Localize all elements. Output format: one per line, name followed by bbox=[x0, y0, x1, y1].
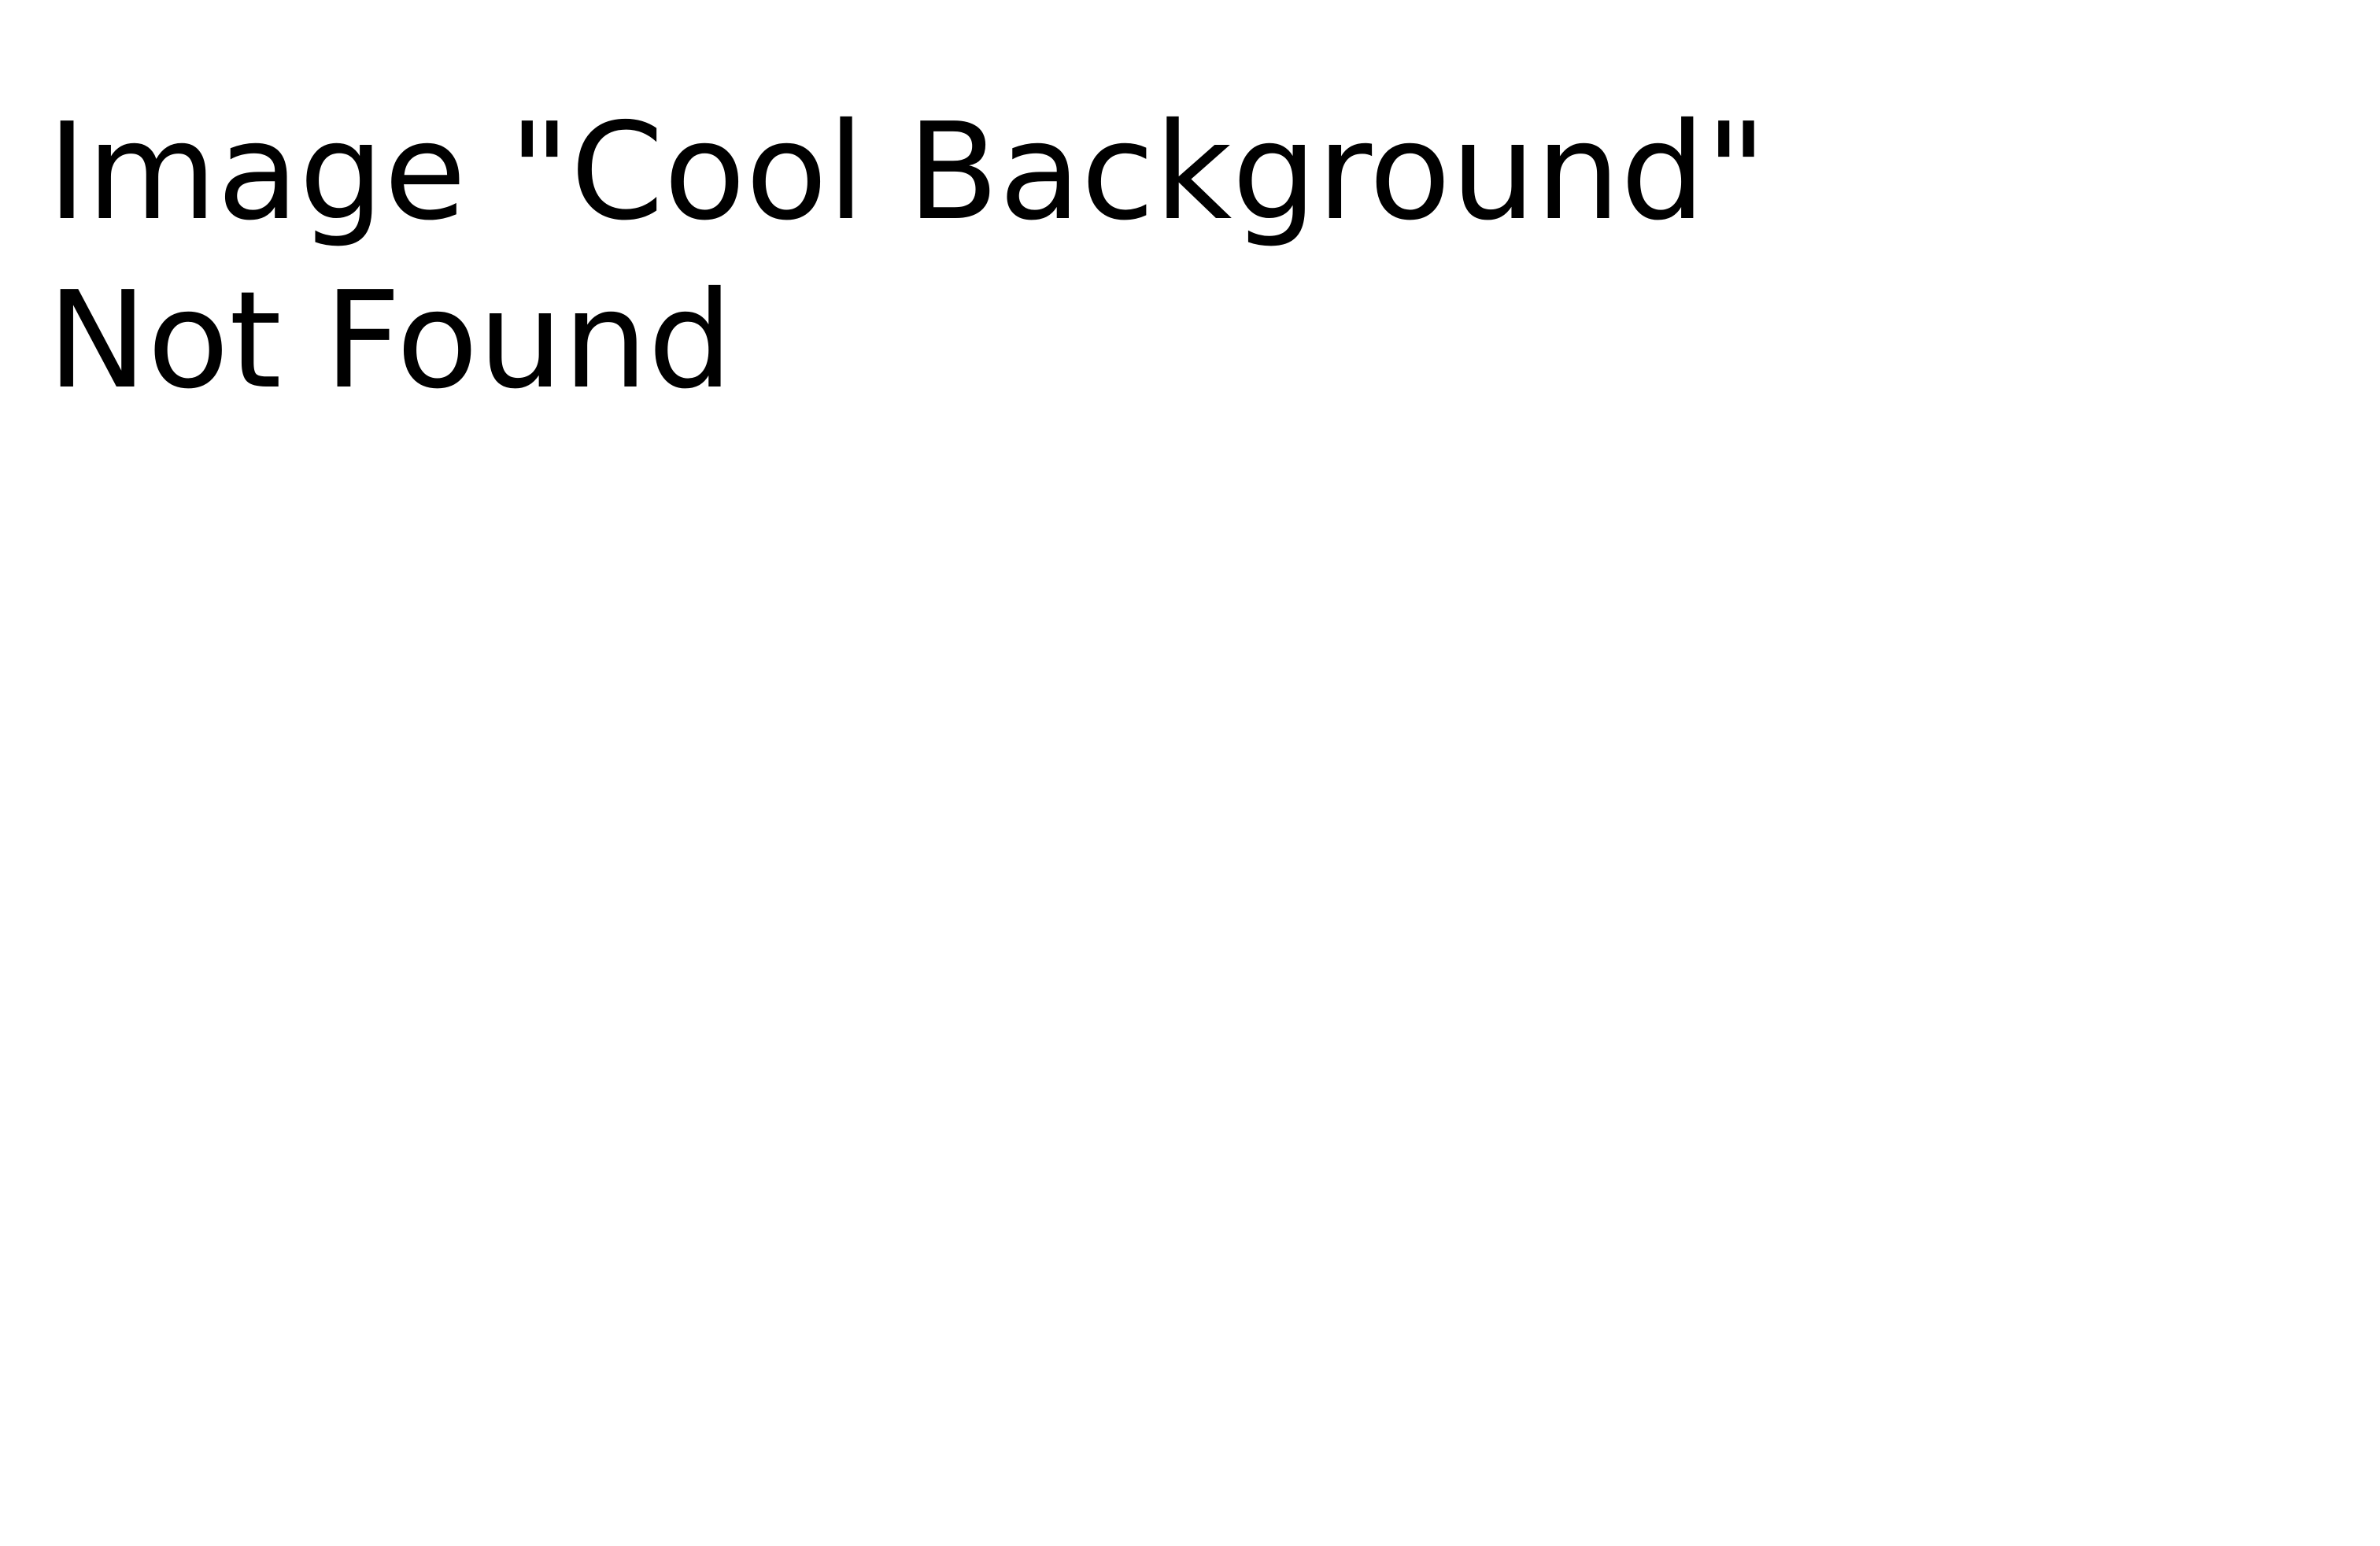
message-line-2: Not Found bbox=[47, 263, 734, 419]
page: { "error": { "line1": "Image \"Cool Back… bbox=[0, 0, 2380, 1546]
message-line-1: Image "Cool Background" bbox=[47, 94, 1768, 250]
image-not-found-message: Image "Cool Background" Not Found bbox=[47, 88, 2094, 425]
